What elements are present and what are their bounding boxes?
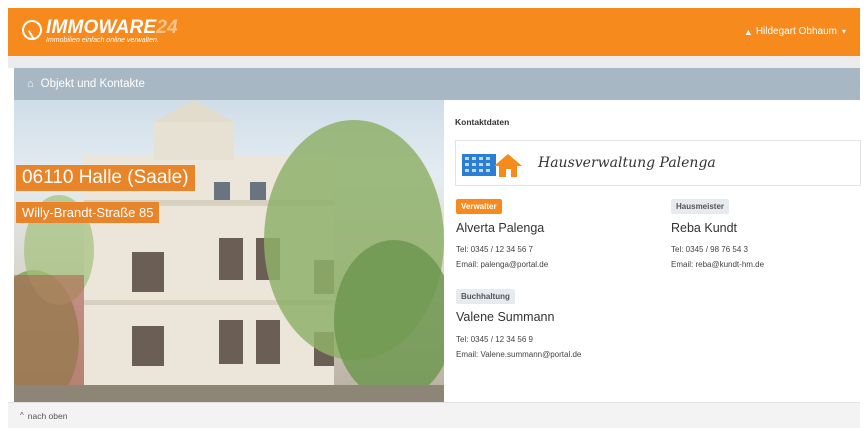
home-icon: ⌂ xyxy=(27,78,34,90)
contact-name-hausmeister: Reba Kundt xyxy=(671,221,738,235)
logo-text: IMMOWARE24 Immobilien einfach online ver… xyxy=(46,18,178,45)
contact-name-buchhaltung: Valene Summann xyxy=(456,310,555,324)
logo-name-main: IMMOWARE xyxy=(46,17,157,38)
building-illustration xyxy=(14,100,444,402)
company-logo-icon xyxy=(462,154,522,177)
back-to-top-label: nach oben xyxy=(27,410,68,421)
contact-email-buchhaltung[interactable]: Email: Valene.summann@portal.de xyxy=(456,350,581,359)
role-badge-buchhaltung: Buchhaltung xyxy=(456,289,515,304)
property-photo: 06110 Halle (Saale) Willy-Brandt-Straße … xyxy=(14,100,444,402)
contact-name-verwalter: Alverta Palenga xyxy=(456,221,545,235)
logo-name-suffix: 24 xyxy=(156,17,178,38)
company-name: Hausverwaltung Palenga xyxy=(538,155,716,171)
brand-logo[interactable]: IMMOWARE24 Immobilien einfach online ver… xyxy=(22,18,178,44)
property-street: Willy-Brandt-Straße 85 xyxy=(16,202,160,223)
user-menu[interactable]: ▲ Hildegart Obhaum ▾ xyxy=(744,26,846,37)
panel-title: Objekt und Kontakte xyxy=(40,78,145,90)
logo-icon xyxy=(22,20,42,40)
logo-tagline: Immobilien einfach online verwalten. xyxy=(46,37,159,44)
user-name: Hildegart Obhaum xyxy=(755,26,837,37)
company-card: Hausverwaltung Palenga xyxy=(455,140,861,186)
contact-phone-verwalter: Tel: 0345 / 12 34 56 7 xyxy=(456,245,533,254)
chevron-down-icon: ▾ xyxy=(841,27,846,36)
contacts-panel: Kontaktdaten Hausverwaltung Palenga Verw… xyxy=(444,100,861,402)
chevron-up-icon: ^ xyxy=(20,411,24,420)
user-icon: ▲ xyxy=(743,26,753,37)
contact-phone-hausmeister: Tel: 0345 / 98 76 54 3 xyxy=(671,245,748,254)
role-badge-hausmeister: Hausmeister xyxy=(671,199,730,214)
property-city: 06110 Halle (Saale) xyxy=(16,165,195,191)
role-badge-verwalter: Verwalter xyxy=(456,199,502,214)
back-to-top-link[interactable]: ^ nach oben xyxy=(8,402,860,428)
top-navbar: IMMOWARE24 Immobilien einfach online ver… xyxy=(8,8,860,56)
contacts-title: Kontaktdaten xyxy=(455,117,510,127)
panel-header: ⌂ Objekt und Kontakte xyxy=(14,68,860,100)
header-spacer xyxy=(8,56,860,68)
contact-email-hausmeister[interactable]: Email: reba@kundt-hm.de xyxy=(671,260,764,269)
logo-name: IMMOWARE24 xyxy=(46,18,178,38)
contact-phone-buchhaltung: Tel: 0345 / 12 34 56 9 xyxy=(456,335,533,344)
contact-email-verwalter[interactable]: Email: palenga@portal.de xyxy=(456,260,548,269)
